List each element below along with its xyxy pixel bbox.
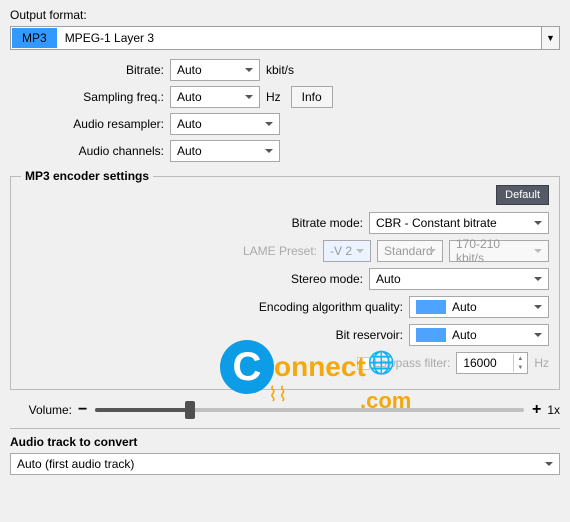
slider-thumb[interactable] xyxy=(185,401,195,419)
bitrate-mode-select[interactable]: CBR - Constant bitrate xyxy=(369,212,549,234)
encoder-settings-group: MP3 encoder settings Default Bitrate mod… xyxy=(10,169,560,390)
lame-kbit-select: 170-210 kbit/s xyxy=(449,240,549,262)
volume-readout: 1x xyxy=(547,403,560,417)
channels-select[interactable]: Auto xyxy=(170,140,280,162)
volume-plus-button[interactable]: + xyxy=(532,401,541,419)
sampling-select[interactable]: Auto xyxy=(170,86,260,108)
lame-v-select: -V 2 xyxy=(323,240,371,262)
lame-preset-label: LAME Preset: xyxy=(243,244,317,258)
quality-label: Encoding algorithm quality: xyxy=(259,300,403,314)
volume-label: Volume: xyxy=(10,403,78,417)
lowpass-unit: Hz xyxy=(534,356,549,370)
chevron-down-icon[interactable]: ▼ xyxy=(541,27,559,49)
default-button[interactable]: Default xyxy=(496,185,549,205)
info-button[interactable]: Info xyxy=(291,86,333,108)
volume-slider[interactable] xyxy=(95,408,524,412)
lowpass-spinner[interactable]: 16000 ▲▼ xyxy=(456,352,528,374)
bitrate-unit: kbit/s xyxy=(266,63,294,77)
stereo-mode-label: Stereo mode: xyxy=(291,272,363,286)
channels-label: Audio channels: xyxy=(10,144,170,158)
reservoir-select[interactable]: Auto xyxy=(409,324,549,346)
resampler-label: Audio resampler: xyxy=(10,117,170,131)
quality-select[interactable]: Auto xyxy=(409,296,549,318)
spinner-down-icon[interactable]: ▼ xyxy=(513,363,526,372)
audio-track-label: Audio track to convert xyxy=(10,435,560,449)
bitrate-label: Bitrate: xyxy=(10,63,170,77)
quality-swatch xyxy=(416,300,446,314)
resampler-select[interactable]: Auto xyxy=(170,113,280,135)
sampling-unit: Hz xyxy=(266,90,281,104)
sampling-label: Sampling freq.: xyxy=(10,90,170,104)
reservoir-label: Bit reservoir: xyxy=(336,328,403,342)
audio-track-select[interactable]: Auto (first audio track) xyxy=(10,453,560,475)
bitrate-mode-label: Bitrate mode: xyxy=(292,216,363,230)
volume-minus-button[interactable]: − xyxy=(78,401,87,419)
spinner-up-icon[interactable]: ▲ xyxy=(513,354,526,363)
reservoir-swatch xyxy=(416,328,446,342)
lame-standard: Standard xyxy=(377,240,443,262)
lowpass-checkbox[interactable]: Lowpass filter: xyxy=(357,356,451,370)
output-format-select[interactable]: MP3 MPEG-1 Layer 3 ▼ xyxy=(10,26,560,50)
format-badge: MP3 xyxy=(12,28,57,48)
encoder-legend: MP3 encoder settings xyxy=(21,169,153,183)
output-format-label: Output format: xyxy=(10,8,560,22)
checkbox-icon xyxy=(357,357,370,370)
bitrate-select[interactable]: Auto xyxy=(170,59,260,81)
stereo-mode-select[interactable]: Auto xyxy=(369,268,549,290)
format-description: MPEG-1 Layer 3 xyxy=(65,31,154,45)
